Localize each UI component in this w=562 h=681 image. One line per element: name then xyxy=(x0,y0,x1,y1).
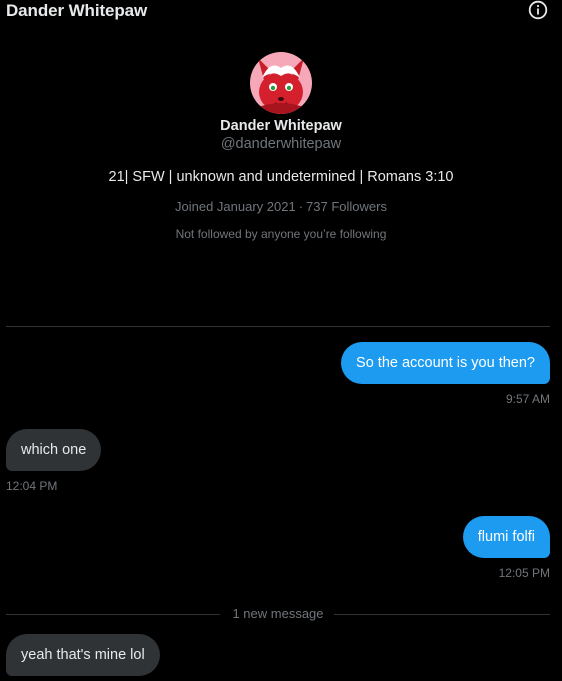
message-timestamp: 9:57 AM xyxy=(505,392,550,406)
mutual-follow-notice: Not followed by anyone you’re following xyxy=(175,227,387,241)
message-timestamp: 12:05 PM xyxy=(498,566,550,580)
followers-count[interactable]: 737 Followers xyxy=(306,199,387,214)
profile-handle[interactable]: @danderwhitepaw xyxy=(0,136,562,152)
conversation-title: Dander Whitepaw xyxy=(6,1,148,20)
message-bubble-received[interactable]: yeah that's mine lol xyxy=(6,634,160,676)
profile-display-name[interactable]: Dander Whitepaw xyxy=(0,118,562,134)
meta-separator: · xyxy=(298,199,304,214)
new-message-divider-label: 1 new message xyxy=(232,606,324,621)
red-wolf-avatar-icon xyxy=(250,52,312,114)
message-bubble-sent[interactable]: So the account is you then? xyxy=(341,342,550,384)
info-icon[interactable] xyxy=(528,0,548,20)
avatar[interactable] xyxy=(250,52,312,114)
conversation-header: Dander Whitepaw xyxy=(0,0,562,24)
message-timestamp: 12:04 PM xyxy=(6,479,58,493)
message-bubble-sent[interactable]: flumi folfi xyxy=(462,516,550,558)
profile-summary: Dander Whitepaw @danderwhitepaw 21| SFW … xyxy=(0,52,562,241)
joined-date: Joined January 2021 xyxy=(175,199,296,214)
profile-bio: 21| SFW | unknown and undetermined | Rom… xyxy=(108,169,454,185)
profile-meta: Joined January 2021 · 737 Followers xyxy=(0,199,562,214)
profile-divider xyxy=(6,326,550,327)
message-bubble-received[interactable]: which one xyxy=(6,429,102,471)
